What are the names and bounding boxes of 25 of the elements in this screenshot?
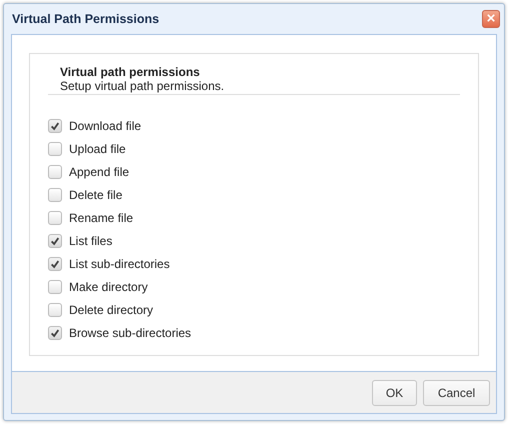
checkbox[interactable]	[48, 210, 62, 224]
checkbox-label: Delete file	[69, 188, 122, 202]
checkbox-label: Make directory	[69, 280, 148, 294]
checkbox[interactable]	[48, 188, 62, 202]
cancel-button[interactable]: Cancel	[423, 380, 490, 406]
checkbox[interactable]	[48, 118, 62, 132]
checkbox-label: List files	[69, 234, 112, 248]
checkbox-label: Browse sub-directories	[69, 326, 192, 340]
checkbox-label: Append file	[69, 164, 130, 178]
ok-button[interactable]: OK	[372, 380, 417, 406]
checkbox-label: Download file	[69, 118, 142, 132]
checkbox[interactable]	[48, 256, 62, 270]
checkbox-label: Upload file	[69, 142, 126, 156]
checkbox[interactable]	[48, 142, 62, 156]
checkbox[interactable]	[48, 280, 62, 294]
checkbox-label: Delete directory	[69, 302, 154, 316]
window-title: Virtual Path Permissions	[12, 12, 160, 26]
checkbox[interactable]	[48, 326, 62, 340]
checkbox[interactable]	[48, 234, 62, 248]
checkbox[interactable]	[48, 302, 62, 316]
checkbox[interactable]	[48, 164, 62, 178]
section-description: Setup virtual path permissions.	[60, 79, 226, 93]
section-title: Virtual path permissions	[60, 65, 201, 79]
checkbox-label: List sub-directories	[69, 256, 170, 270]
checkbox-label: Rename file	[69, 210, 134, 224]
